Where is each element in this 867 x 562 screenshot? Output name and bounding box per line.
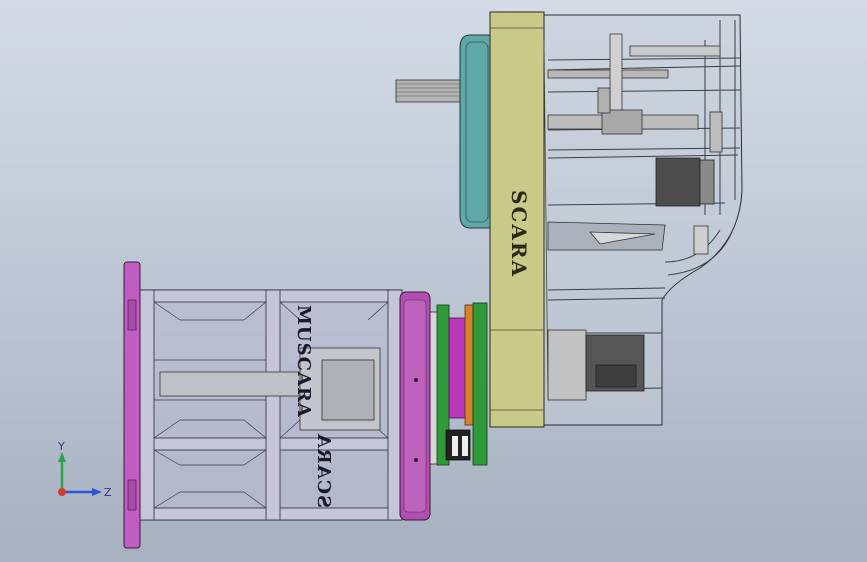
x-axis-dot <box>58 488 66 496</box>
base-frame: MUSCARA SCARA <box>139 289 431 521</box>
base-flange <box>123 261 141 549</box>
base-engraving-bottom: SCARA <box>313 433 334 508</box>
motor-cover <box>395 34 493 229</box>
y-axis-label: Y <box>58 440 65 453</box>
arm-housing <box>539 14 743 426</box>
cad-viewport[interactable]: SCARA MUSCARA SCARA Y Z <box>0 0 867 562</box>
arm-engraving: SCARA <box>507 190 531 278</box>
scara-robot-model[interactable]: SCARA MUSCARA SCARA <box>0 0 867 562</box>
z-axis-label: Z <box>104 486 112 499</box>
orientation-triad: Y Z <box>48 440 118 510</box>
base-engraving-top: MUSCARA <box>293 305 314 418</box>
arm-plate: SCARA <box>489 11 549 428</box>
joint-rings <box>429 302 488 466</box>
